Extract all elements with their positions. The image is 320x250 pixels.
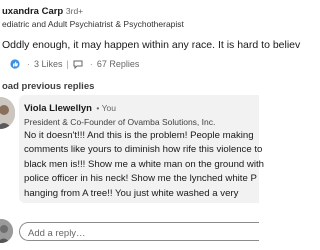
reply-author[interactable]: Viola Llewellyn: [24, 103, 92, 114]
divider: |: [66, 59, 69, 69]
parent-comment-author[interactable]: uxandra Carp: [2, 6, 63, 17]
you-badge: • You: [96, 103, 116, 113]
avatar-photo-icon: [0, 97, 15, 129]
reply-header: Viola Llewellyn • You President & Co-Fou…: [24, 98, 215, 127]
replies-count[interactable]: 67 Replies: [97, 59, 140, 69]
avatar[interactable]: [0, 97, 15, 129]
parent-comment-header: uxandra Carp 3rd+ ediatric and Adult Psy…: [2, 5, 250, 30]
parent-comment-text: Oddly enough, it may happen within any r…: [2, 39, 301, 51]
add-reply-box[interactable]: [19, 222, 259, 242]
reply-text-line: No it doesn't!!! And this is the problem…: [24, 130, 254, 141]
current-user-avatar: [0, 219, 13, 243]
parent-comment-headline: ediatric and Adult Psychiatrist & Psycho…: [2, 19, 184, 29]
separator: ·: [89, 59, 93, 69]
reply-icon: [73, 59, 83, 69]
load-previous-replies-link[interactable]: oad previous replies: [2, 81, 94, 92]
reply-text-line: comments like yours to diminish how rife…: [24, 144, 263, 156]
parent-comment-actions: · 3 Likes | · 67 Replies: [10, 59, 139, 69]
reply-author-headline: President & Co-Founder of Ovamba Solutio…: [24, 117, 216, 127]
connection-degree: 3rd+: [65, 6, 84, 16]
user-photo-icon: [0, 219, 13, 243]
reply-text: No it doesn't!!! And this is the problem…: [24, 129, 264, 201]
like-reactions-icon: [10, 59, 20, 69]
separator: ·: [27, 59, 30, 69]
add-reply-input[interactable]: [20, 225, 259, 242]
reply-text-line: black men is!!! Show me a white man on t…: [24, 158, 264, 170]
reply-text-line: police officer in his neck! Show me the …: [24, 173, 257, 185]
reply-text-line: hanging from A tree!! You just white was…: [24, 187, 239, 199]
likes-count[interactable]: 3 Likes: [34, 59, 63, 69]
